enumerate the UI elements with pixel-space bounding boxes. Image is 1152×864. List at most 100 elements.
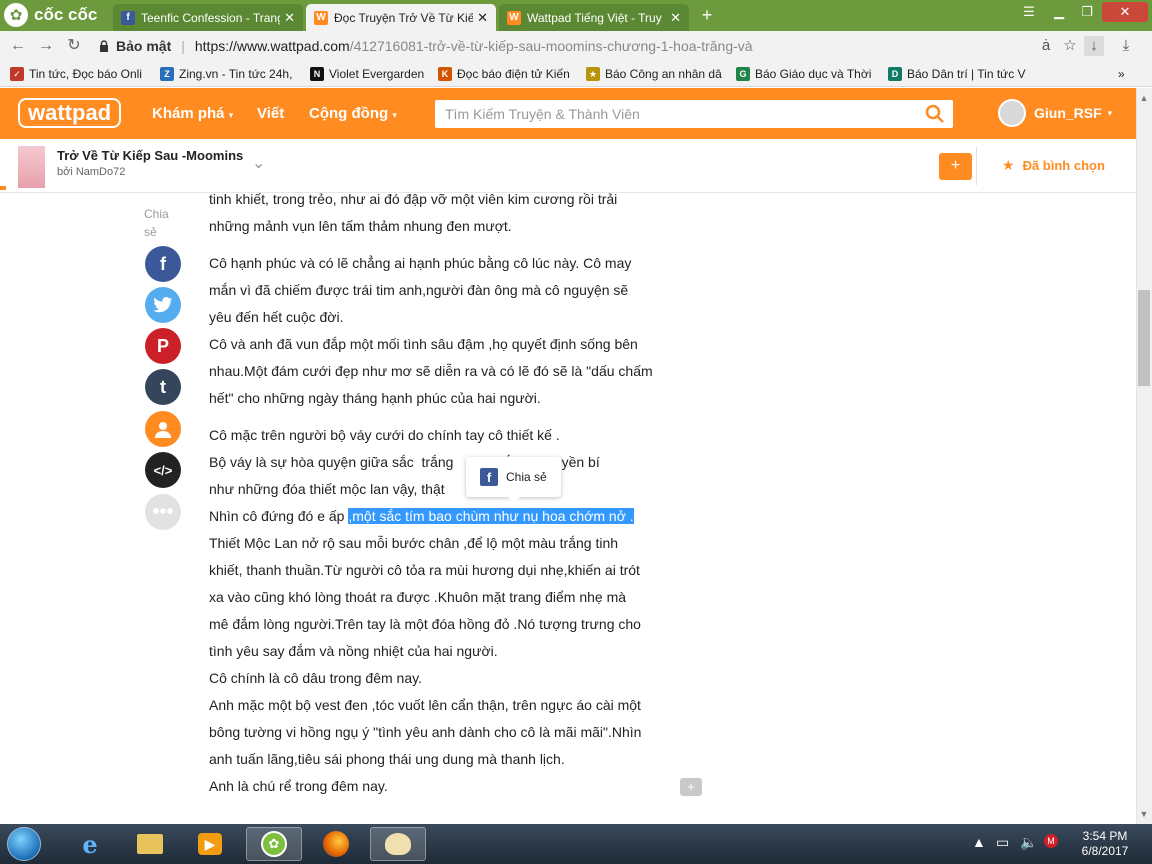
twitter-icon[interactable] (145, 287, 181, 323)
more-icon[interactable]: ••• (145, 494, 181, 530)
bookmark-star-icon[interactable]: ☆ (1060, 36, 1080, 56)
url-path: /412716081-trở-về-từ-kiếp-sau-moomins-ch… (349, 38, 753, 54)
search-icon[interactable] (925, 104, 945, 124)
nav-explore[interactable]: Khám phá ▾ (152, 105, 233, 122)
story-body: tinh khiết, trong trẻo, như ai đó đập vỡ… (209, 186, 679, 800)
share-popup-label: Chia sẻ (506, 470, 547, 484)
downloads-icon[interactable]: ⤓ (1116, 36, 1136, 56)
secure-label: Bảo mật (116, 38, 172, 54)
police-icon: ★ (586, 67, 600, 81)
story-author[interactable]: bởi NamDo72 (57, 166, 125, 178)
new-tab-button[interactable]: + (698, 6, 716, 24)
firefox-icon[interactable] (308, 827, 364, 861)
volume-icon[interactable]: 🔈 (1020, 834, 1037, 851)
tab-wattpad-vn[interactable]: W Wattpad Tiếng Việt - Truy ✕ (499, 4, 689, 31)
scrollbar-thumb[interactable] (1138, 290, 1150, 386)
bookmark-item[interactable]: N Violet Evergarden (310, 65, 430, 83)
back-button[interactable]: ← (8, 36, 28, 56)
user-menu[interactable]: Giun_RSF ▾ (998, 99, 1112, 127)
search-input[interactable]: Tìm Kiếm Truyện & Thành Viên (435, 100, 953, 128)
story-cover[interactable] (18, 146, 45, 188)
inline-comment-icon[interactable]: + (680, 778, 702, 796)
chevron-down-icon[interactable]: ⌄ (252, 153, 270, 172)
close-icon[interactable]: ✕ (670, 10, 681, 26)
scroll-down-arrow-icon[interactable]: ▼ (1138, 808, 1150, 820)
nav-explore-label: Khám phá (152, 105, 225, 122)
wattpad-header: wattpad Khám phá ▾ Viết Cộng đồng ▾ Tìm … (0, 88, 1136, 139)
facebook-icon[interactable]: f (145, 246, 181, 282)
wattpad-icon: W (314, 10, 328, 25)
selected-text[interactable]: ,một sắc tím bao chùm như nụ hoa chớm nở… (348, 508, 634, 524)
brand-label: cốc cốc (34, 5, 98, 24)
netflix-icon: N (310, 67, 324, 81)
internet-explorer-icon[interactable]: e (62, 827, 118, 861)
network-icon[interactable]: ▭ (996, 834, 1009, 851)
show-hidden-icons[interactable]: ▲ (972, 834, 986, 850)
close-icon[interactable]: ✕ (477, 10, 488, 26)
kienthuc-icon: K (438, 67, 452, 81)
browser-tab-bar: ✿ cốc cốc f Teenfic Confession - Trang ✕… (0, 0, 1152, 31)
scrollbar-track[interactable] (1136, 88, 1152, 824)
text-line: tinh khiết, trong trẻo, như ai đó đập vỡ… (209, 191, 618, 207)
story-header: Trở Về Từ Kiếp Sau -Moomins bởi NamDo72 … (0, 139, 1136, 193)
user-icon[interactable] (145, 411, 181, 447)
bookmark-item[interactable]: K Đọc báo điện tử Kiến (438, 65, 574, 83)
menu-icon[interactable]: ☰ (1018, 2, 1040, 22)
forward-button[interactable]: → (36, 36, 56, 56)
bookmark-item[interactable]: G Báo Giáo dục và Thời (736, 65, 874, 83)
bookmark-label: Tin tức, Đọc báo Onli (29, 67, 142, 81)
file-explorer-icon[interactable] (122, 827, 178, 861)
paragraph: tinh khiết, trong trẻo, như ai đó đập vỡ… (209, 186, 679, 240)
more-bookmarks-icon[interactable]: » (1118, 65, 1138, 83)
wattpad-logo[interactable]: wattpad (18, 98, 122, 128)
coccoc-brand[interactable]: ✿ cốc cốc (4, 3, 97, 27)
pinterest-icon[interactable]: P (145, 328, 181, 364)
system-clock[interactable]: 3:54 PM 6/8/2017 (1068, 829, 1142, 859)
nav-community[interactable]: Cộng đồng ▾ (309, 105, 397, 122)
close-icon[interactable]: ✕ (284, 10, 295, 26)
gd-icon: G (736, 67, 750, 81)
minimize-button[interactable]: ▁ (1046, 2, 1072, 22)
tab-wattpad-story[interactable]: W Đọc Truyện Trở Về Từ Kiếp ✕ (306, 4, 496, 31)
close-window-button[interactable]: ✕ (1102, 2, 1148, 22)
add-to-list-button[interactable]: + (939, 153, 972, 180)
tumblr-icon[interactable]: t (145, 369, 181, 405)
savior-download-icon[interactable]: ↓ (1084, 36, 1104, 56)
antivirus-icon[interactable]: M (1044, 834, 1058, 848)
bookmark-item[interactable]: D Báo Dân trí | Tin tức V (888, 65, 1026, 83)
coccoc-browser-icon[interactable]: ✿ (246, 827, 302, 861)
text-line: Cô và anh đã vun đắp một mối tình sâu đậ… (209, 336, 638, 352)
text-line: Anh là chú rể trong đêm nay. (209, 778, 388, 794)
nav-write[interactable]: Viết (257, 105, 284, 122)
text-line: Cô chính là cô dâu trong đêm nay. (209, 670, 422, 686)
bookmark-item[interactable]: ★ Báo Công an nhân dâ (586, 65, 724, 83)
zing-icon: Z (160, 67, 174, 81)
bookmark-label: Báo Giáo dục và Thời (755, 67, 872, 81)
text-line: Nhìn cô đứng đó e ấp ,một sắc tím bao ch… (209, 503, 679, 530)
text-line: mê đắm lòng người.Trên tay là một đóa hồ… (209, 616, 641, 632)
scroll-up-arrow-icon[interactable]: ▲ (1138, 92, 1150, 104)
bookmark-item[interactable]: Z Zing.vn - Tin tức 24h, (160, 65, 296, 83)
address-field[interactable]: Bảo mật | https://www.wattpad.com /41271… (98, 34, 1108, 58)
clock-date: 6/8/2017 (1081, 844, 1129, 858)
story-title[interactable]: Trở Về Từ Kiếp Sau -Moomins (57, 148, 243, 163)
translate-icon[interactable]: ȧ (1036, 36, 1056, 56)
coccoc-logo-icon: ✿ (4, 3, 28, 27)
lock-icon (100, 40, 108, 52)
embed-icon[interactable]: </> (145, 452, 181, 488)
share-popup[interactable]: f Chia sẻ (466, 457, 561, 503)
bookmark-item[interactable]: ✓ Tin tức, Đọc báo Onli (10, 65, 150, 83)
url-separator: | (181, 38, 185, 54)
address-bar-row: ← → ↻ Bảo mật | https://www.wattpad.com … (0, 31, 1152, 61)
text-line: như những đóa thiết mộc lan vậy, thật ý … (209, 481, 545, 497)
paragraph: Cô hạnh phúc và có lẽ chẳng ai hạnh phúc… (209, 250, 679, 412)
start-button[interactable] (2, 824, 46, 864)
reload-button[interactable]: ↻ (64, 36, 84, 56)
share-label: Chia sẻ (144, 207, 169, 239)
clock-time: 3:54 PM (1082, 829, 1128, 843)
tab-teenfic[interactable]: f Teenfic Confession - Trang ✕ (113, 4, 303, 31)
vote-button[interactable]: ★ Đã bình chọn (1002, 157, 1105, 174)
restore-button[interactable]: ❐ (1074, 2, 1100, 22)
paint-icon[interactable] (370, 827, 426, 861)
media-player-icon[interactable]: ▶ (182, 827, 238, 861)
